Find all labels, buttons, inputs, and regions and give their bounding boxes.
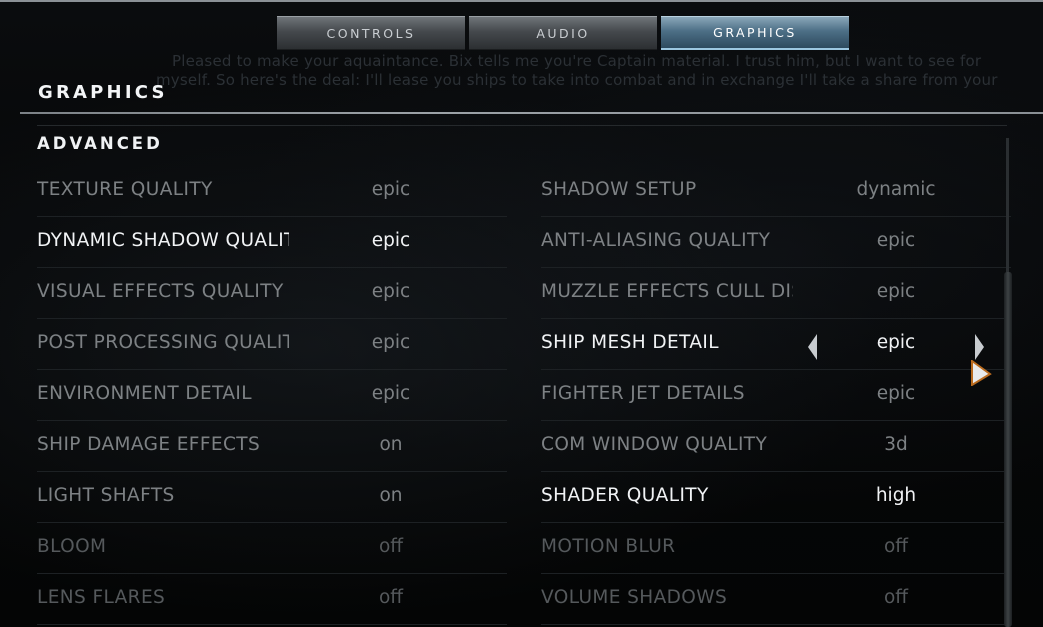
setting-row-muzzle-effects-cull-distance[interactable]: MUZZLE EFFECTS CULL DISTANCE epic (541, 268, 1011, 319)
setting-label: ENVIRONMENT DETAIL (37, 383, 252, 404)
setting-label: COM WINDOW QUALITY (541, 434, 768, 455)
mouse-cursor-icon (971, 360, 992, 386)
setting-value: epic (876, 383, 916, 404)
setting-label: MOTION BLUR (541, 536, 676, 557)
scrollbar-thumb[interactable] (1004, 272, 1012, 627)
setting-label: DYNAMIC SHADOW QUALITY (37, 230, 289, 251)
tab-controls[interactable]: CONTROLS (277, 16, 465, 50)
setting-value: 3d (884, 434, 908, 455)
setting-label: SHADOW SETUP (541, 179, 697, 200)
setting-row-motion-blur[interactable]: MOTION BLUR off (541, 523, 1011, 574)
setting-label: ANTI-ALIASING QUALITY (541, 230, 771, 251)
setting-row-anti-aliasing-quality[interactable]: ANTI-ALIASING QUALITY epic (541, 217, 1011, 268)
setting-value: epic (371, 179, 411, 200)
left-settings-column: TEXTURE QUALITY epic DYNAMIC SHADOW QUAL… (37, 166, 507, 625)
background-dialogue-line-2: myself. So here's the deal: I'll lease y… (156, 71, 998, 89)
setting-label: LENS FLARES (37, 587, 166, 608)
setting-row-light-shafts[interactable]: LIGHT SHAFTS on (37, 472, 507, 523)
setting-row-fighter-jet-details[interactable]: FIGHTER JET DETAILS epic (541, 370, 1011, 421)
setting-row-texture-quality[interactable]: TEXTURE QUALITY epic (37, 166, 507, 217)
setting-value: off (883, 536, 909, 557)
setting-value: epic (371, 332, 411, 353)
chevron-right-icon[interactable] (975, 334, 984, 360)
setting-row-visual-effects-quality[interactable]: VISUAL EFFECTS QUALITY epic (37, 268, 507, 319)
setting-value: epic (876, 281, 916, 302)
title-divider (20, 112, 1043, 114)
setting-row-volume-shadows[interactable]: VOLUME SHADOWS off (541, 574, 1011, 625)
setting-value: on (379, 485, 403, 506)
setting-row-com-window-quality[interactable]: COM WINDOW QUALITY 3d (541, 421, 1011, 472)
background-dialogue-line-1: Pleased to make your aquaintance. Bix te… (172, 52, 982, 70)
setting-value: on (379, 434, 403, 455)
section-title-advanced: ADVANCED (37, 134, 163, 153)
setting-row-ship-damage-effects[interactable]: SHIP DAMAGE EFFECTS on (37, 421, 507, 472)
setting-row-shader-quality[interactable]: SHADER QUALITY high (541, 472, 1011, 523)
setting-value: high (875, 485, 917, 506)
setting-label: BLOOM (37, 536, 107, 557)
setting-row-ship-mesh-detail[interactable]: SHIP MESH DETAIL epic (541, 319, 1011, 370)
setting-row-lens-flares[interactable]: LENS FLARES off (37, 574, 507, 625)
setting-label: FIGHTER JET DETAILS (541, 383, 745, 404)
settings-tabs: CONTROLS AUDIO GRAPHICS (277, 16, 849, 50)
setting-row-bloom[interactable]: BLOOM off (37, 523, 507, 574)
tab-audio[interactable]: AUDIO (469, 16, 657, 50)
setting-value: off (883, 587, 909, 608)
setting-row-dynamic-shadow-quality[interactable]: DYNAMIC SHADOW QUALITY epic (37, 217, 507, 268)
top-border (0, 0, 1043, 2)
setting-row-post-processing-quality[interactable]: POST PROCESSING QUALITY epic (37, 319, 507, 370)
setting-label: LIGHT SHAFTS (37, 485, 175, 506)
chevron-left-icon[interactable] (808, 334, 817, 360)
setting-label: SHIP DAMAGE EFFECTS (37, 434, 261, 455)
right-settings-column: SHADOW SETUP dynamic ANTI-ALIASING QUALI… (541, 166, 1011, 625)
setting-value: epic (876, 230, 916, 251)
setting-value: epic (371, 383, 411, 404)
setting-label: SHADER QUALITY (541, 485, 709, 506)
setting-label: VOLUME SHADOWS (541, 587, 728, 608)
setting-label: MUZZLE EFFECTS CULL DISTANCE (541, 281, 793, 302)
setting-value: epic (371, 230, 411, 251)
setting-value: off (378, 536, 404, 557)
setting-value: epic (876, 332, 916, 353)
tab-graphics[interactable]: GRAPHICS (661, 16, 849, 50)
setting-label: VISUAL EFFECTS QUALITY (37, 281, 284, 302)
setting-label: TEXTURE QUALITY (37, 179, 213, 200)
setting-value: epic (371, 281, 411, 302)
setting-row-environment-detail[interactable]: ENVIRONMENT DETAIL epic (37, 370, 507, 421)
section-divider (37, 125, 1007, 126)
setting-label: POST PROCESSING QUALITY (37, 332, 289, 353)
page-title: GRAPHICS (38, 82, 168, 103)
setting-row-shadow-setup[interactable]: SHADOW SETUP dynamic (541, 166, 1011, 217)
setting-label: SHIP MESH DETAIL (541, 332, 719, 353)
setting-value: dynamic (856, 179, 936, 200)
setting-value: off (378, 587, 404, 608)
